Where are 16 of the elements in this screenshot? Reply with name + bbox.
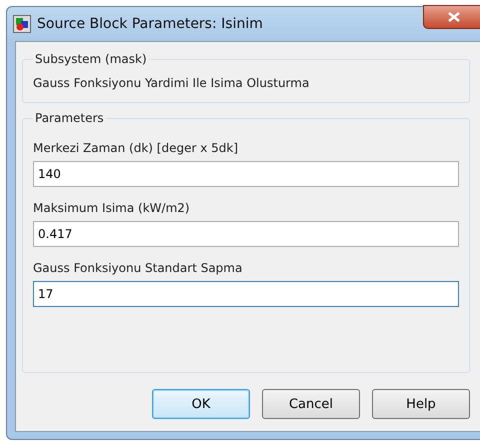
- field-label: Maksimum Isima (kW/m2): [33, 201, 191, 215]
- field-label: Gauss Fonksiyonu Standart Sapma: [33, 261, 244, 275]
- field-label: Merkezi Zaman (dk) [deger x 5dk]: [33, 141, 240, 155]
- dialog-button[interactable]: OK: [152, 389, 250, 419]
- close-icon: [448, 12, 460, 22]
- input-field[interactable]: 17: [33, 281, 459, 307]
- input-field[interactable]: 0.417: [33, 221, 459, 247]
- group-title: Parameters: [34, 111, 105, 125]
- group-title: Subsystem (mask): [34, 52, 148, 66]
- dialog-button[interactable]: Help: [372, 389, 470, 419]
- block-diagram-icon: [13, 15, 31, 33]
- close-button[interactable]: [423, 5, 480, 29]
- description-text: Gauss Fonksiyonu Yardimi Ile Isima Olusturma: [33, 76, 310, 90]
- window-title: Source Block Parameters: Isinim: [37, 16, 263, 32]
- dialog-button[interactable]: Cancel: [262, 389, 360, 419]
- input-field[interactable]: 140: [33, 161, 459, 187]
